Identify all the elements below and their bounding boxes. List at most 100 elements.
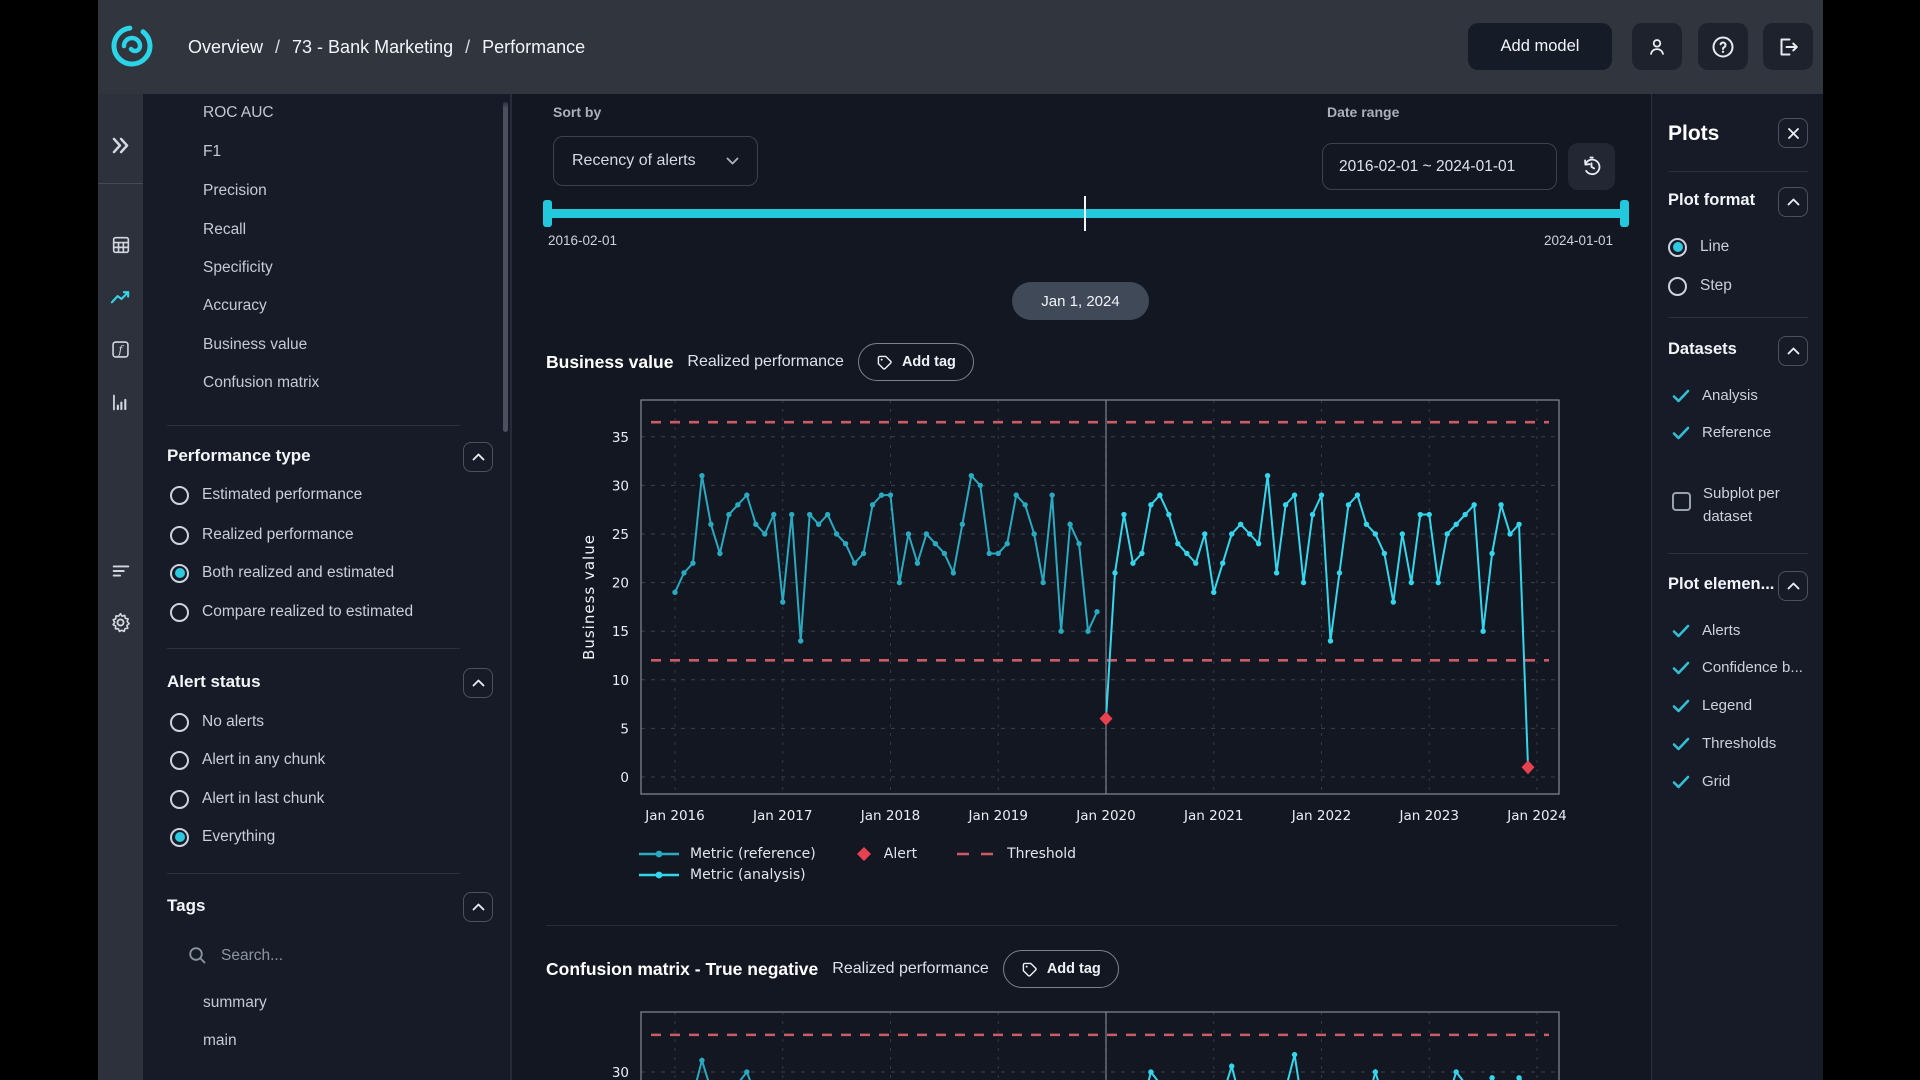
date-range-slider-track[interactable] — [548, 209, 1625, 218]
nav-functions[interactable]: f — [98, 332, 143, 366]
svg-text:Jan 2019: Jan 2019 — [968, 808, 1028, 824]
breadcrumb-separator: / — [275, 37, 280, 58]
radio-estimated-performance[interactable]: Estimated performance — [170, 480, 362, 510]
slider-current-marker — [1084, 196, 1086, 231]
legend-alert[interactable]: Alert — [854, 846, 917, 862]
check-icon — [1672, 426, 1690, 440]
slider-handle-end[interactable] — [1620, 200, 1629, 227]
user-account-button[interactable] — [1632, 23, 1682, 70]
panel-divider — [1668, 317, 1808, 318]
nav-performance-active[interactable] — [98, 280, 143, 314]
svg-text:Jan 2020: Jan 2020 — [1075, 808, 1135, 824]
tag-item-main[interactable]: main — [203, 1032, 237, 1050]
metric-item-confusion-matrix[interactable]: Confusion matrix — [203, 368, 319, 398]
chevron-down-icon — [726, 157, 739, 165]
radio-circle — [170, 526, 189, 545]
chart1-add-tag-button[interactable]: Add tag — [858, 343, 974, 381]
top-bar: Overview / 73 - Bank Marketing / Perform… — [98, 0, 1823, 94]
chart2-add-tag-button[interactable]: Add tag — [1003, 950, 1119, 988]
check-icon — [1672, 389, 1690, 403]
sort-by-value: Recency of alerts — [572, 152, 696, 170]
tags-search-input[interactable] — [221, 947, 421, 965]
legend-metric-reference[interactable]: Metric (reference) — [638, 846, 816, 862]
sidebar-divider — [167, 648, 460, 649]
sort-by-dropdown[interactable]: Recency of alerts — [553, 136, 758, 186]
app-window: Overview / 73 - Bank Marketing / Perform… — [98, 0, 1823, 1080]
metric-item-specificity[interactable]: Specificity — [203, 253, 273, 283]
check-legend[interactable]: Legend — [1672, 697, 1752, 714]
nannyml-logo-icon[interactable] — [110, 24, 154, 68]
metric-item-precision[interactable]: Precision — [203, 176, 267, 206]
svg-text:Jan 2016: Jan 2016 — [644, 808, 704, 824]
radio-no-alerts[interactable]: No alerts — [170, 707, 264, 737]
tags-heading: Tags — [167, 896, 205, 916]
check-analysis[interactable]: Analysis — [1672, 387, 1758, 404]
radio-line-format[interactable]: Line — [1668, 232, 1729, 262]
add-model-button[interactable]: Add model — [1468, 23, 1612, 70]
svg-text:Jan 2021: Jan 2021 — [1183, 808, 1243, 824]
plots-panel-title: Plots — [1668, 122, 1719, 146]
nav-rail: f — [98, 94, 143, 1080]
date-range-input[interactable] — [1322, 143, 1557, 190]
legend-metric-analysis[interactable]: Metric (analysis) — [638, 867, 806, 883]
question-circle-icon — [1711, 35, 1735, 59]
help-button[interactable] — [1698, 23, 1748, 70]
panel-divider — [1668, 553, 1808, 554]
plot-elements-collapse-button[interactable] — [1778, 571, 1808, 601]
chart1-subtitle: Realized performance — [687, 353, 844, 371]
nav-logs[interactable] — [98, 554, 143, 588]
radio-alert-any-chunk[interactable]: Alert in any chunk — [170, 745, 325, 775]
radio-alert-last-chunk[interactable]: Alert in last chunk — [170, 784, 324, 814]
metric-item-accuracy[interactable]: Accuracy — [203, 291, 267, 321]
radio-circle-selected — [170, 828, 189, 847]
slider-end-date: 2024-01-01 — [1544, 233, 1613, 248]
radio-step-format[interactable]: Step — [1668, 271, 1732, 301]
legend-threshold[interactable]: Threshold — [955, 846, 1076, 862]
tags-collapse-button[interactable] — [463, 892, 493, 922]
chevron-up-icon — [1787, 198, 1800, 206]
radio-realized-performance[interactable]: Realized performance — [170, 520, 354, 550]
radio-compare-realized-estimated[interactable]: Compare realized to estimated — [170, 597, 413, 627]
svg-text:35: 35 — [612, 430, 629, 446]
check-reference[interactable]: Reference — [1672, 424, 1771, 441]
slider-handle-start[interactable] — [543, 200, 552, 227]
expand-sidebar-button[interactable] — [98, 128, 143, 162]
svg-text:15: 15 — [612, 624, 629, 640]
breadcrumb-model[interactable]: 73 - Bank Marketing — [292, 37, 453, 58]
radio-both-realized-estimated[interactable]: Both realized and estimated — [170, 558, 394, 588]
plots-panel-close-button[interactable] — [1778, 118, 1808, 148]
plot-format-collapse-button[interactable] — [1778, 187, 1808, 217]
checkbox-subplot-per-dataset[interactable]: Subplot per dataset — [1672, 482, 1808, 529]
breadcrumb-overview[interactable]: Overview — [188, 37, 263, 58]
performance-type-collapse-button[interactable] — [463, 442, 493, 472]
metric-item-business-value[interactable]: Business value — [203, 330, 307, 360]
tag-item-summary[interactable]: summary — [203, 994, 267, 1012]
screen: Overview / 73 - Bank Marketing / Perform… — [0, 0, 1920, 1080]
search-icon — [188, 946, 207, 965]
analysis-line-sample-icon — [638, 869, 680, 881]
metric-item-roc-auc[interactable]: ROC AUC — [203, 98, 274, 128]
svg-text:20: 20 — [612, 576, 629, 592]
svg-text:f: f — [117, 343, 124, 356]
business-value-chart[interactable]: 05101520253035Jan 2016Jan 2017Jan 2018Ja… — [572, 390, 1640, 830]
metric-item-f1[interactable]: F1 — [203, 137, 221, 167]
confusion-matrix-chart[interactable]: 30 — [572, 986, 1640, 1080]
nav-statistics[interactable] — [98, 385, 143, 419]
nav-data-tables[interactable] — [98, 228, 143, 262]
sidebar-scrollbar[interactable] — [503, 102, 508, 432]
nav-settings[interactable] — [98, 605, 143, 639]
check-thresholds[interactable]: Thresholds — [1672, 735, 1776, 752]
metric-item-recall[interactable]: Recall — [203, 215, 246, 245]
check-confidence-bands[interactable]: Confidence b... — [1672, 659, 1803, 676]
radio-everything[interactable]: Everything — [170, 822, 275, 852]
check-grid[interactable]: Grid — [1672, 773, 1730, 790]
datasets-collapse-button[interactable] — [1778, 336, 1808, 366]
date-range-reset-button[interactable] — [1568, 143, 1615, 190]
chart1-title: Business value — [546, 352, 673, 373]
logout-button[interactable] — [1763, 23, 1813, 70]
chart1-legend: Metric (reference) Alert Threshold — [638, 846, 1076, 883]
alert-status-collapse-button[interactable] — [463, 668, 493, 698]
add-tag-label: Add tag — [902, 354, 956, 370]
check-alerts[interactable]: Alerts — [1672, 622, 1740, 639]
date-range-label: Date range — [1327, 104, 1399, 120]
